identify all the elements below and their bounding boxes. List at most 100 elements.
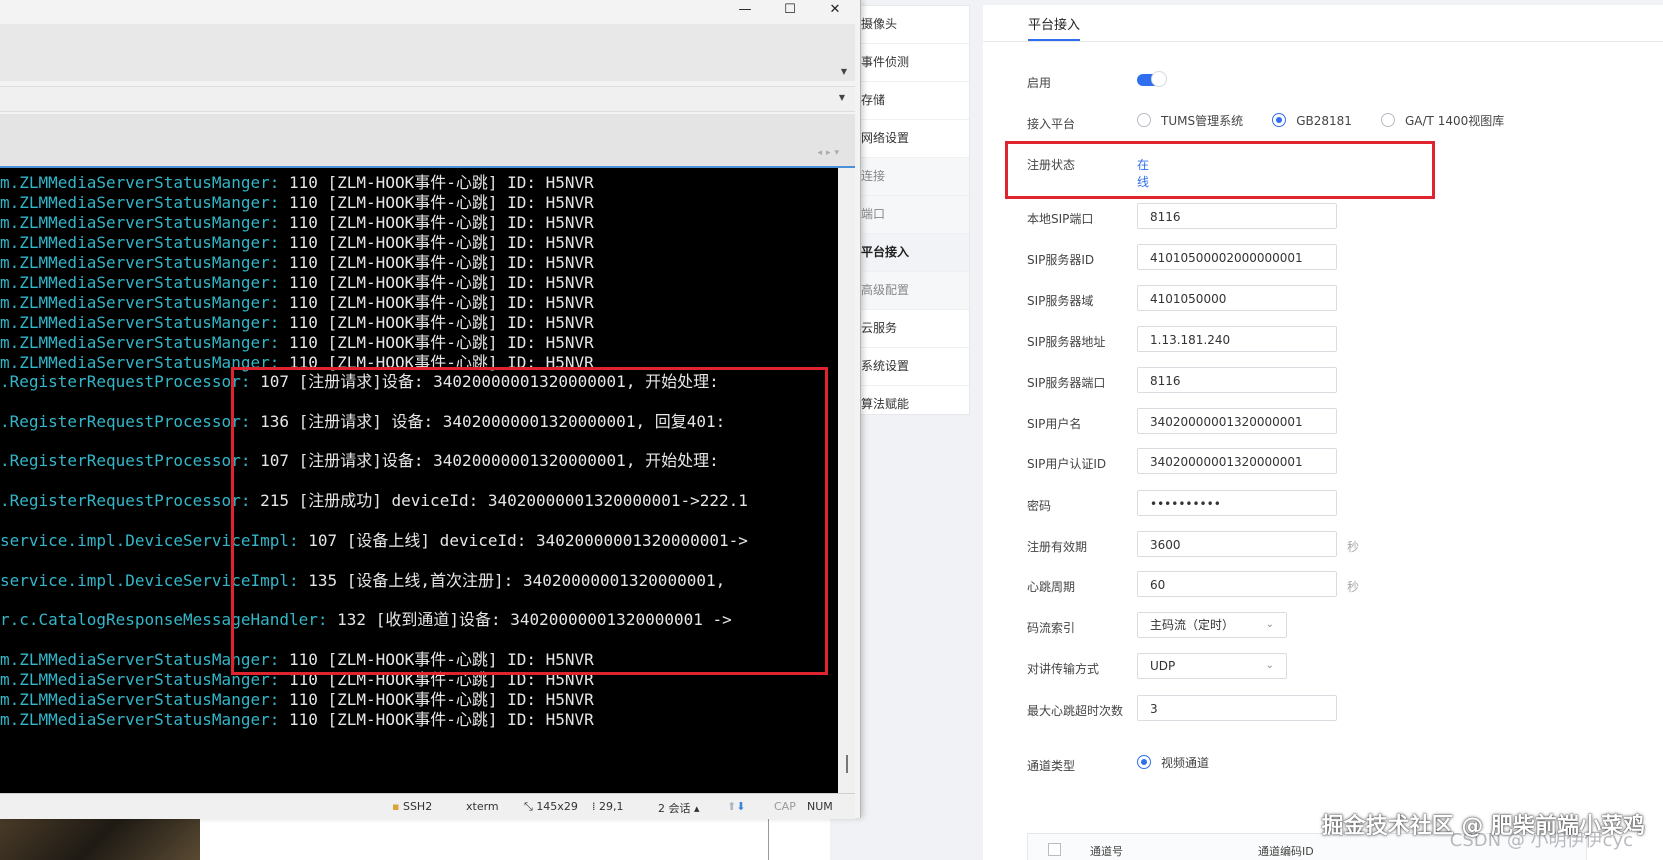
log-message: 110 [ZLM-HOOK事件-心跳] ID: H5NVR: [288, 253, 594, 272]
status-protocol: ▪ SSH2: [392, 800, 432, 813]
chevron-down-icon: ⌄: [1265, 660, 1274, 671]
terminal-scrollbar[interactable]: [838, 168, 855, 793]
status-sessions[interactable]: 2 会话 ▴: [658, 800, 700, 816]
size-icon: ⤡: [524, 800, 533, 813]
terminal-line: m.ZLMMediaServerStatusManger: 110 [ZLM-H…: [0, 352, 594, 373]
log-message: 136 [注册请求] 设备: 34020000001320000001, 回复4…: [260, 412, 726, 431]
terminal-line: r.c.CatalogResponseMessageHandler: 132 […: [0, 609, 732, 630]
enable-toggle[interactable]: [1137, 71, 1167, 87]
radio-tums[interactable]: [1137, 113, 1151, 127]
address-bar[interactable]: ▼: [0, 86, 855, 112]
terminal-line: .RegisterRequestProcessor: 215 [注册成功] de…: [0, 490, 748, 511]
cursor-icon: ⁞: [592, 800, 596, 813]
arrow-down-icon: ⬇: [736, 800, 746, 813]
field-label: SIP服务器端口: [1027, 376, 1106, 390]
status-arrows[interactable]: ⬆⬇: [727, 800, 745, 813]
reg-status-value: 在线: [1137, 158, 1150, 189]
log-separator: :: [240, 372, 261, 391]
log-message: 110 [ZLM-HOOK事件-心跳] ID: H5NVR: [288, 173, 594, 192]
field-input[interactable]: 1.13.181.240: [1137, 326, 1337, 352]
log-message: 110 [ZLM-HOOK事件-心跳] ID: H5NVR: [288, 293, 594, 312]
terminal-line: m.ZLMMediaServerStatusManger: 110 [ZLM-H…: [0, 232, 594, 253]
status-num: NUM: [807, 800, 833, 813]
terminal-window: — ☐ ✕ ▼ ▼ ◂▸▾ m.ZLMMediaServerStatusMang…: [0, 0, 861, 819]
terminal-line: service.impl.DeviceServiceImpl: 135 [设备上…: [0, 570, 725, 591]
talk-transport-value: UDP: [1150, 659, 1176, 673]
radio-tums-label: TUMS管理系统: [1161, 114, 1244, 128]
scrollbar-thumb[interactable]: [846, 755, 848, 773]
tab-platform-access[interactable]: 平台接入: [1028, 14, 1081, 41]
talk-transport-select[interactable]: UDP ⌄: [1137, 653, 1287, 679]
enable-label: 启用: [1027, 76, 1052, 90]
radio-gat1400[interactable]: [1381, 113, 1395, 127]
channel-type-label: 通道类型: [1027, 759, 1076, 773]
log-separator: :: [269, 293, 289, 312]
log-source: m.ZLMMediaServerStatusManger: [0, 313, 270, 332]
terminal-line: m.ZLMMediaServerStatusManger: 110 [ZLM-H…: [0, 252, 594, 273]
arrow-up-icon: ⬆: [727, 800, 737, 813]
log-source: m.ZLMMediaServerStatusManger: [0, 213, 270, 232]
field-label: 注册有效期: [1027, 540, 1088, 554]
log-source: m.ZLMMediaServerStatusManger: [0, 710, 270, 729]
terminal-line: m.ZLMMediaServerStatusManger: 110 [ZLM-H…: [0, 312, 594, 333]
close-button[interactable]: ✕: [815, 0, 855, 22]
chevron-down-icon[interactable]: ▼: [841, 67, 847, 76]
terminal-line: .RegisterRequestProcessor: 107 [注册请求]设备:…: [0, 371, 719, 392]
photo-thumbnail: [0, 818, 200, 860]
terminal-line: m.ZLMMediaServerStatusManger: 110 [ZLM-H…: [0, 212, 594, 233]
log-message: 110 [ZLM-HOOK事件-心跳] ID: H5NVR: [288, 333, 594, 352]
log-source: m.ZLMMediaServerStatusManger: [0, 690, 270, 709]
field-input[interactable]: ••••••••••: [1137, 490, 1337, 516]
log-separator: :: [240, 412, 261, 431]
terminal-line: m.ZLMMediaServerStatusManger: 110 [ZLM-H…: [0, 172, 594, 193]
field-input[interactable]: 34020000001320000001: [1137, 408, 1337, 434]
radio-gb28181-label: GB28181: [1296, 114, 1352, 128]
status-size: ⤡ 145x29: [524, 800, 578, 814]
log-separator: :: [269, 253, 289, 272]
field-input[interactable]: 4101050000: [1137, 285, 1337, 311]
log-separator: :: [269, 670, 289, 689]
log-separator: :: [288, 531, 309, 550]
status-cursor: ⁞ 29,1: [592, 800, 624, 813]
field-input[interactable]: 3600: [1137, 531, 1337, 557]
chevron-down-icon[interactable]: ▼: [839, 93, 845, 102]
log-source: m.ZLMMediaServerStatusManger: [0, 273, 270, 292]
lock-icon: ▪: [392, 800, 400, 813]
status-bar: ▪ SSH2 xterm ⤡ 145x29 ⁞ 29,1 2 会话 ▴ ⬆⬇ C…: [0, 793, 855, 819]
max-hb-input[interactable]: 3: [1137, 695, 1337, 721]
terminal-line: m.ZLMMediaServerStatusManger: 110 [ZLM-H…: [0, 332, 594, 353]
log-separator: :: [240, 491, 261, 510]
terminal-line: m.ZLMMediaServerStatusManger: 110 [ZLM-H…: [0, 649, 594, 670]
field-input[interactable]: 8116: [1137, 367, 1337, 393]
log-message: 110 [ZLM-HOOK事件-心跳] ID: H5NVR: [288, 710, 594, 729]
maximize-button[interactable]: ☐: [770, 0, 810, 22]
field-input[interactable]: 34020000001320000001: [1137, 448, 1337, 474]
field-label: 心跳周期: [1027, 580, 1076, 594]
platform-radio-group: TUMS管理系统 GB28181 GA/T 1400视图库: [1137, 108, 1528, 134]
select-all-checkbox[interactable]: [1048, 843, 1061, 856]
log-source: m.ZLMMediaServerStatusManger: [0, 670, 270, 689]
minimize-button[interactable]: —: [725, 0, 765, 22]
talk-transport-label: 对讲传输方式: [1027, 662, 1100, 676]
col-channel-no: 通道号: [1090, 845, 1123, 858]
log-message: 107 [设备上线] deviceId: 3402000000132000000…: [308, 531, 748, 550]
tab-nav-arrows-icon[interactable]: ◂▸▾: [817, 148, 843, 158]
radio-gb28181[interactable]: [1272, 113, 1287, 127]
radio-video-channel[interactable]: [1137, 755, 1151, 769]
field-input[interactable]: 8116: [1137, 203, 1337, 229]
log-separator: :: [269, 710, 289, 729]
terminal-output[interactable]: m.ZLMMediaServerStatusManger: 110 [ZLM-H…: [0, 168, 838, 793]
field-label: 密码: [1027, 499, 1052, 513]
field-input[interactable]: 60: [1137, 571, 1337, 597]
log-message: 110 [ZLM-HOOK事件-心跳] ID: H5NVR: [288, 213, 594, 232]
terminal-line: m.ZLMMediaServerStatusManger: 110 [ZLM-H…: [0, 689, 594, 710]
log-source: .RegisterRequestProcessor: [0, 412, 241, 431]
access-platform-label: 接入平台: [1027, 117, 1076, 131]
sessions-value: 2 会话: [658, 802, 691, 815]
stream-index-select[interactable]: 主码流（定时） ⌄: [1137, 612, 1287, 638]
size-value: 145x29: [536, 800, 578, 813]
log-source: .RegisterRequestProcessor: [0, 451, 241, 470]
reg-status-label: 注册状态: [1027, 158, 1076, 172]
field-input[interactable]: 41010500002000000001: [1137, 244, 1337, 270]
log-separator: :: [269, 650, 289, 669]
